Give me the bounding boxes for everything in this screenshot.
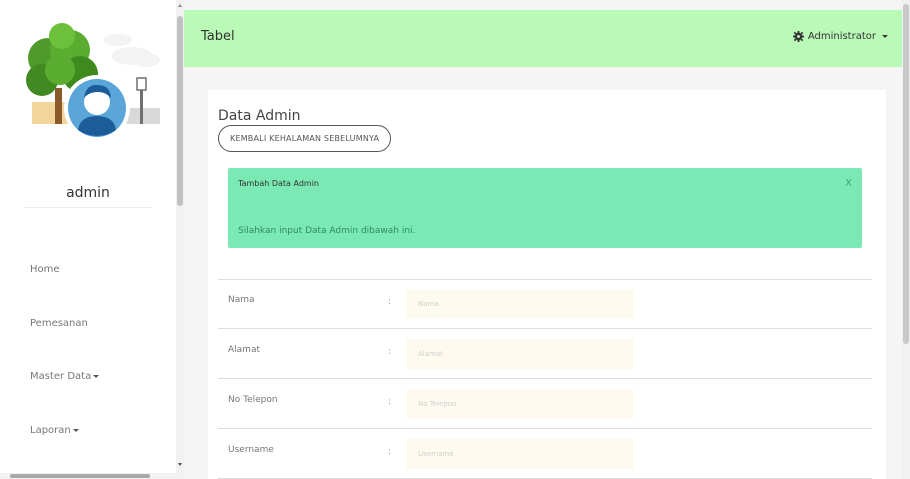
gear-icon [792,31,804,42]
caret-down-icon [882,35,888,38]
nav-item-home[interactable]: Home [30,264,60,275]
caret-down-icon [72,428,79,432]
nav-item-label: Home [30,264,60,275]
form-divider [218,378,872,379]
sidebar-scrollbar[interactable] [176,0,184,479]
no-telepon-input[interactable] [406,389,634,419]
field-separator: : [388,447,392,457]
page-title: Tabel [201,29,235,44]
profile-name: admin [66,185,110,201]
form-divider [218,328,872,329]
field-label-nama: Nama [228,295,255,305]
sidebar-horizontal-scroll-thumb[interactable] [10,474,150,478]
page-scrollbar[interactable] [902,0,910,479]
page-scroll-thumb[interactable] [903,4,909,344]
caret-down-icon [93,374,100,378]
field-separator: : [388,347,392,357]
nav-item-label: Master Data [30,371,92,382]
username-input[interactable] [406,439,634,469]
sidebar-scroll-thumb[interactable] [177,16,183,206]
info-alert: Tambah Data Admin X Silahkan input Data … [228,168,862,248]
back-button[interactable]: KEMBALI KEHALAMAN SEBELUMNYA [218,125,392,152]
profile-illustration [26,23,160,141]
form-divider [218,279,872,280]
nav-item-label: Pemesanan [30,318,88,329]
field-label-username: Username [228,445,274,455]
field-label-alamat: Alamat [228,345,260,355]
main-content: Tabel Administrator Data Admin KEMBALI K… [184,0,910,479]
alert-title: Tambah Data Admin [238,179,319,188]
form-divider [218,428,872,429]
nav-item-label: Laporan [30,425,71,436]
nav-item-master-data[interactable]: Master Data [30,371,100,382]
alamat-input[interactable] [406,339,634,369]
field-label-no-telepon: No Telepon [228,395,278,405]
scroll-up-arrow-icon[interactable] [178,4,182,7]
panel-title: Data Admin [218,108,301,124]
sidebar-horizontal-scrollbar[interactable] [0,473,184,479]
sidebar: admin Home Pemesanan Master Data Laporan [0,0,176,479]
scroll-down-arrow-icon[interactable] [178,463,182,466]
nav-item-pemesanan[interactable]: Pemesanan [30,318,88,329]
alert-close-button[interactable]: X [845,178,852,189]
top-navbar: Tabel Administrator [184,10,902,67]
nav-item-laporan[interactable]: Laporan [30,425,79,436]
alert-message: Silahkan input Data Admin dibawah ini. [238,226,416,236]
profile-divider [24,207,152,208]
data-admin-panel: Data Admin KEMBALI KEHALAMAN SEBELUMNYA … [208,90,886,479]
field-separator: : [388,297,392,307]
nama-input[interactable] [406,289,634,319]
user-menu-label: Administrator [807,31,876,42]
user-menu[interactable]: Administrator [792,31,888,42]
field-separator: : [388,397,392,407]
